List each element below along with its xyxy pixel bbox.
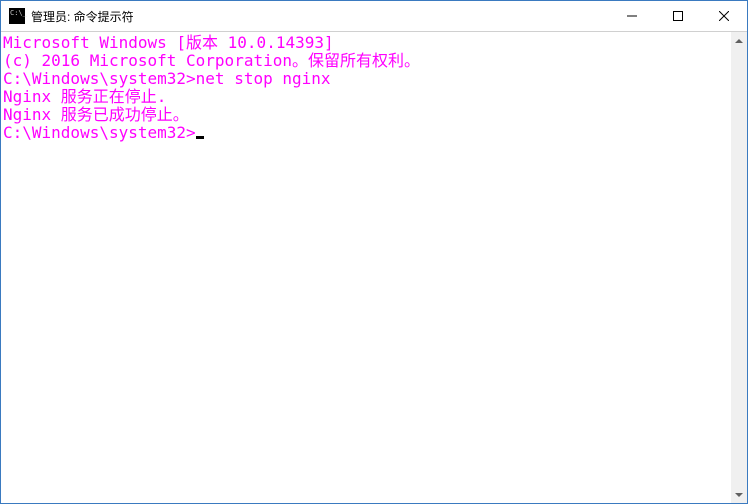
titlebar: 管理员: 命令提示符 [1,1,747,32]
terminal-line: Microsoft Windows [版本 10.0.14393] [3,34,730,52]
terminal-wrap: Microsoft Windows [版本 10.0.14393](c) 201… [1,32,747,503]
close-button[interactable] [701,1,747,31]
terminal-line: Nginx 服务已成功停止。 [3,106,730,124]
cursor [196,136,204,139]
window-title: 管理员: 命令提示符 [31,8,609,25]
maximize-button[interactable] [655,1,701,31]
terminal-prompt: C:\Windows\system32> [3,123,196,142]
scroll-up-button[interactable] [731,32,747,49]
terminal-line: (c) 2016 Microsoft Corporation。保留所有权利。 [3,52,730,70]
minimize-button[interactable] [609,1,655,31]
terminal-line: Nginx 服务正在停止. [3,88,730,106]
terminal-prompt-line: C:\Windows\system32> [3,124,730,142]
terminal-line: C:\Windows\system32>net stop nginx [3,70,730,88]
scroll-track[interactable] [731,49,747,486]
cmd-icon [9,8,25,24]
scrollbar[interactable] [730,32,747,503]
terminal[interactable]: Microsoft Windows [版本 10.0.14393](c) 201… [1,32,730,503]
window-controls [609,1,747,31]
scroll-down-button[interactable] [731,486,747,503]
